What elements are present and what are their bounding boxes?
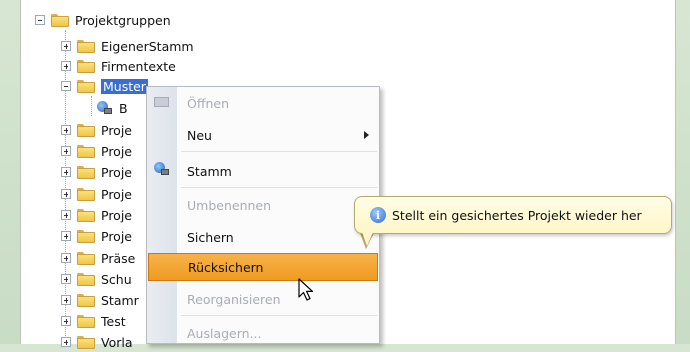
tree-item[interactable]: Proje (61, 120, 132, 140)
stamm-icon (154, 162, 170, 178)
tooltip-tail-fill (362, 232, 373, 246)
menu-item-oeffnen[interactable]: Öffnen (147, 89, 379, 117)
menu-item-umbenennen[interactable]: Umbenennen (147, 191, 379, 219)
folder-icon (77, 208, 95, 222)
tree-item-label: Vorla (101, 334, 133, 350)
tree-item-selected[interactable]: Muster (61, 76, 148, 96)
tree-item[interactable]: Proje (61, 226, 132, 246)
context-menu: Öffnen Neu Stamm Umbenennen Sichern Rück… (146, 86, 380, 344)
folder-open-icon (77, 79, 95, 93)
info-icon: i (370, 207, 386, 223)
folder-icon (77, 335, 95, 349)
menu-item-reorganisieren[interactable]: Reorganisieren (147, 285, 379, 313)
tree-item-label: Muster (101, 78, 148, 94)
expand-icon[interactable] (61, 274, 71, 284)
tree-item-label: EigenerStamm (101, 38, 194, 54)
tree-item-label: Test (101, 313, 126, 329)
expand-icon[interactable] (61, 41, 71, 51)
tree-item-label: Proje (101, 164, 132, 180)
expand-icon[interactable] (61, 189, 71, 199)
menu-item-label: Neu (187, 127, 212, 143)
tree-item[interactable]: Proje (61, 184, 132, 204)
folder-icon (77, 187, 95, 201)
project-icon (97, 101, 113, 115)
expand-icon[interactable] (61, 125, 71, 135)
tree-item-label: Firmentexte (101, 58, 176, 74)
folder-icon (77, 144, 95, 158)
tree-item[interactable]: Proje (61, 141, 132, 161)
tree-item-label: Proje (101, 143, 132, 159)
folder-icon (77, 272, 95, 286)
folder-open-icon (51, 13, 69, 27)
tree-item-label: B (119, 100, 128, 116)
menu-separator (181, 187, 377, 188)
menu-separator (181, 315, 377, 316)
menu-item-sichern[interactable]: Sichern (147, 223, 379, 251)
menu-item-stamm[interactable]: Stamm (147, 157, 379, 185)
tree-item[interactable]: Vorla (61, 332, 133, 352)
folder-icon (77, 251, 95, 265)
tree-item[interactable]: B (97, 98, 128, 118)
menu-item-neu[interactable]: Neu (147, 121, 379, 149)
menu-item-label: Sichern (187, 229, 234, 245)
open-icon (154, 94, 170, 110)
folder-icon (77, 59, 95, 73)
menu-item-label: Umbenennen (187, 197, 272, 213)
tree-item[interactable]: Test (61, 311, 126, 331)
tree-item-label: Proje (101, 186, 132, 202)
folder-icon (77, 314, 95, 328)
tooltip-text: Stellt ein gesichertes Projekt wieder he… (392, 207, 642, 223)
folder-icon (77, 123, 95, 137)
tree-item-label: Proje (101, 122, 132, 138)
tooltip: i Stellt ein gesichertes Projekt wieder … (354, 196, 672, 234)
expand-icon[interactable] (61, 231, 71, 241)
tree-item[interactable]: EigenerStamm (61, 36, 194, 56)
tree-root[interactable]: Projektgruppen (35, 10, 171, 30)
menu-separator (181, 151, 377, 152)
tree-item-label: Präse (101, 250, 136, 266)
expand-icon[interactable] (61, 253, 71, 263)
tree-item-label: Proje (101, 228, 132, 244)
expand-icon[interactable] (61, 337, 71, 347)
mouse-cursor-icon (298, 278, 314, 301)
tree-item[interactable]: Präse (61, 248, 135, 268)
tree-item[interactable]: Firmentexte (61, 56, 176, 76)
menu-item-label: Auslagern... (187, 325, 262, 341)
folder-icon (77, 293, 95, 307)
expand-icon[interactable] (61, 61, 71, 71)
collapse-icon[interactable] (61, 81, 71, 91)
tree-item-label: Stamr (101, 292, 139, 308)
menu-item-label: Stamm (187, 163, 232, 179)
folder-icon (77, 39, 95, 53)
tree-item-label: Schu (101, 271, 132, 287)
expand-icon[interactable] (61, 146, 71, 156)
folder-icon (77, 165, 95, 179)
expand-icon[interactable] (61, 210, 71, 220)
tree-item-label: Proje (101, 207, 132, 223)
menu-item-label: Rücksichern (188, 259, 264, 275)
menu-item-auslagern[interactable]: Auslagern... (147, 319, 379, 347)
tree-item[interactable]: Proje (61, 162, 132, 182)
menu-item-label: Öffnen (187, 95, 229, 111)
submenu-arrow-icon (364, 131, 369, 139)
expand-icon[interactable] (61, 316, 71, 326)
tree-root-label: Projektgruppen (75, 12, 171, 28)
folder-icon (77, 229, 95, 243)
collapse-icon[interactable] (35, 15, 45, 25)
expand-icon[interactable] (61, 295, 71, 305)
expand-icon[interactable] (61, 167, 71, 177)
tree-item[interactable]: Schu (61, 269, 132, 289)
tree-item[interactable]: Stamr (61, 290, 139, 310)
menu-item-ruecksichern[interactable]: Rücksichern (148, 253, 378, 281)
menu-item-label: Reorganisieren (187, 291, 281, 307)
tree-guide-line (91, 96, 92, 116)
tree-item[interactable]: Proje (61, 205, 132, 225)
